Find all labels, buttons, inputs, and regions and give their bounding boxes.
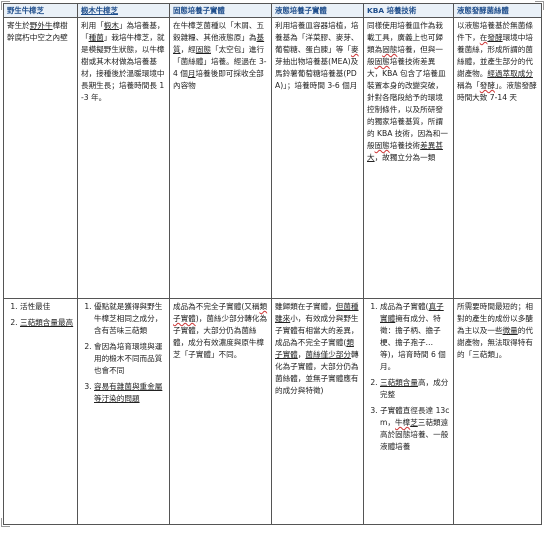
list-item: 子實體直徑長達 13cm，牛樟芝三萜類遠高於固態培養、一般液體培養: [380, 405, 450, 453]
list-item: 容易有雜菌與重金屬等汙染的問題: [94, 381, 166, 405]
cell-wild-desc: 寄生於野外牛樟樹幹腐朽中空之內壁: [3, 17, 78, 299]
list-item: 三萜類含量高，成分完整: [380, 377, 450, 401]
cell-fermentation-desc: 以液態培養基於無菌條件下，在發酵環境中培養菌絲，形成所謂的菌絲體，並產生部分的代…: [453, 17, 542, 299]
description-row: 寄生於野外牛樟樹幹腐朽中空之內壁 利用「椴木」為培養基，「種菌」栽培牛樟芝，就是…: [3, 17, 542, 299]
cell-kba-desc: 同樣使用培養皿作為栽載工具，廣義上也可歸類為固態培養，但與一般固態培養技術差異大…: [363, 17, 454, 299]
header-row: 野生牛樟芝 椴木牛樟芝 固態培養子實體 液態培養子實體 KBA 培養技術 液態發…: [3, 3, 542, 18]
cell-log-desc: 利用「椴木」為培養基，「種菌」栽培牛樟芝，就是模擬野生狀態，以牛樟樹或其木材做為…: [77, 17, 170, 299]
header-log: 椴木牛樟芝: [77, 3, 170, 18]
cell-liquid-features: 雖歸類在子實體，但菌種雖來小，有效成分與野生子實體有相當大的差異，成品為不完全子…: [271, 298, 364, 525]
header-solid: 固態培養子實體: [169, 3, 272, 18]
cell-liquid-desc: 利用培養皿容器培植，培養基為「洋菜膠、麥芽、葡萄糖、蛋白腖」等「麥芽抽出物培養基…: [271, 17, 364, 299]
list-item: 會因為培育環境與運用的椴木不同而品質也會不同: [94, 341, 166, 377]
list-item: 三萜類含量最高: [20, 317, 74, 329]
list-item: 活性最佳: [20, 301, 74, 313]
feature-row: 活性最佳 三萜類含量最高 優點就是獲得與野生牛樟芝相同之成分，含有苦味三萜類 會…: [3, 298, 542, 525]
cell-solid-features: 成品為不完全子實體(又稱類子實體)，菌絲少部分轉化為子實體，大部分仍為菌絲體，成…: [169, 298, 272, 525]
log-features-list: 優點就是獲得與野生牛樟芝相同之成分，含有苦味三萜類 會因為培育環境與運用的椴木不…: [81, 301, 166, 405]
document-page: 野生牛樟芝 椴木牛樟芝 固態培養子實體 液態培養子實體 KBA 培養技術 液態發…: [0, 0, 554, 533]
header-fermentation: 液態發酵菌絲體: [453, 3, 542, 18]
cell-kba-features: 成品為子實體(真子實體擁有成分、特徵：擔子柄、擔子梗、擔子孢子…等)，培育時間 …: [363, 298, 454, 525]
kba-features-list: 成品為子實體(真子實體擁有成分、特徵：擔子柄、擔子梗、擔子孢子…等)，培育時間 …: [367, 301, 450, 453]
header-liquid: 液態培養子實體: [271, 3, 364, 18]
list-item: 優點就是獲得與野生牛樟芝相同之成分，含有苦味三萜類: [94, 301, 166, 337]
cell-log-features: 優點就是獲得與野生牛樟芝相同之成分，含有苦味三萜類 會因為培育環境與運用的椴木不…: [77, 298, 170, 525]
cell-fermentation-features: 所需要時間最短的；相對的產生的成份以多醣為主以及一些微量的代謝產物，無法取得特有…: [453, 298, 542, 525]
cell-wild-features: 活性最佳 三萜類含量最高: [3, 298, 78, 525]
wild-features-list: 活性最佳 三萜類含量最高: [7, 301, 74, 329]
list-item: 成品為子實體(真子實體擁有成分、特徵：擔子柄、擔子梗、擔子孢子…等)，培育時間 …: [380, 301, 450, 373]
cell-solid-desc: 在牛樟芝菌種以「木屑、五穀雜糧、其他液態原」為基質，經固態「太空包」進行「菌絲體…: [169, 17, 272, 299]
header-wild: 野生牛樟芝: [3, 3, 78, 18]
comparison-table: 野生牛樟芝 椴木牛樟芝 固態培養子實體 液態培養子實體 KBA 培養技術 液態發…: [3, 3, 542, 525]
header-kba: KBA 培養技術: [363, 3, 454, 18]
